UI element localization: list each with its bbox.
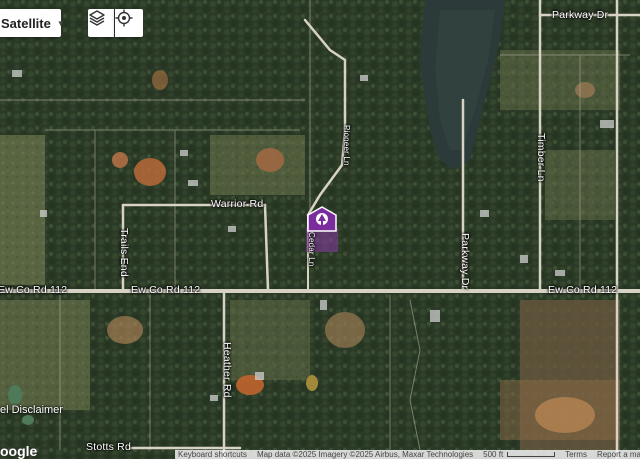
tree-house-icon [307,206,337,232]
road-label-parkway-dr-top: Parkway Dr [552,9,609,21]
road-label-warrior-rd: Warrior Rd [211,198,264,210]
road-label-ew-co-rd-112-left: Ew Co Rd 112 [0,284,68,296]
layers-button[interactable] [88,9,114,37]
scale-bar [507,452,556,457]
my-location-button[interactable] [115,9,143,37]
map-type-dropdown[interactable]: Satellite ▼ [0,9,65,37]
map-data-attribution: Map data ©2025 Imagery ©2025 Airbus, Max… [256,450,474,459]
attribution-bar: Keyboard shortcuts Map data ©2025 Imager… [175,450,640,459]
road-label-ew-co-rd-112-right: Ew Co Rd 112 [548,284,618,296]
report-map-link[interactable]: Report a map [597,450,640,459]
keyboard-shortcuts-link[interactable]: Keyboard shortcuts [178,450,247,459]
terms-link[interactable]: Terms [565,450,587,459]
crosshair-icon [115,9,133,27]
property-marker[interactable] [306,206,338,252]
google-logo: oogle [0,443,38,459]
road-label-heather-rd: Heather Rd [221,342,233,398]
chevron-down-icon: ▼ [56,18,65,28]
road-label-ew-co-rd-112-mid: Ew Co Rd 112 [131,284,201,296]
road-label-stotts-rd: Stotts Rd [86,441,131,453]
scale-label[interactable]: 500 ft [483,450,503,459]
road-label-trails-end: Trails End [118,228,130,277]
disclaimer-link[interactable]: el Disclaimer [0,404,63,416]
satellite-map[interactable]: Parkway Dr Warrior Rd Trails End Ew Co R… [0,0,640,459]
road-label-pioneer-ln: Pioneer Ln [342,125,351,166]
road-label-timber-ln: Timber Ln [535,133,547,182]
layers-icon [89,10,105,26]
map-type-label: Satellite [1,15,51,31]
road-label-parkway-dr-vertical: Parkway Dr [459,233,471,290]
